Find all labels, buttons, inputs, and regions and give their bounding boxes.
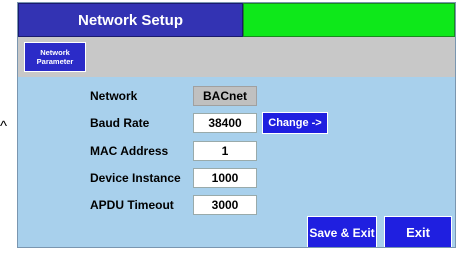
tab-network-parameter[interactable]: Network Parameter — [24, 42, 86, 72]
status-indicator — [243, 3, 455, 37]
mac-address-label: MAC Address — [90, 144, 169, 158]
hmi-screen: Network Setup Network Parameter Network … — [17, 2, 456, 248]
title-bar: Network Setup — [18, 3, 455, 37]
network-value: BACnet — [193, 86, 257, 106]
baud-rate-label: Baud Rate — [90, 116, 150, 130]
change-button[interactable]: Change -> — [262, 112, 328, 134]
network-label: Network — [90, 89, 138, 103]
baud-rate-field[interactable]: 38400 — [193, 113, 257, 133]
page-title: Network Setup — [18, 3, 243, 37]
save-exit-button[interactable]: Save & Exit — [307, 216, 377, 247]
tab-label-line2: Parameter — [36, 57, 74, 66]
device-instance-label: Device Instance — [90, 171, 181, 185]
tab-label-line1: Network — [40, 48, 70, 57]
apdu-timeout-label: APDU Timeout — [90, 198, 174, 212]
caret-glyph: ^ — [0, 118, 8, 135]
apdu-timeout-field[interactable]: 3000 — [193, 195, 257, 215]
tab-strip: Network Parameter — [18, 37, 455, 77]
mac-address-field[interactable]: 1 — [193, 141, 257, 161]
device-instance-field[interactable]: 1000 — [193, 168, 257, 188]
exit-button[interactable]: Exit — [384, 216, 452, 247]
